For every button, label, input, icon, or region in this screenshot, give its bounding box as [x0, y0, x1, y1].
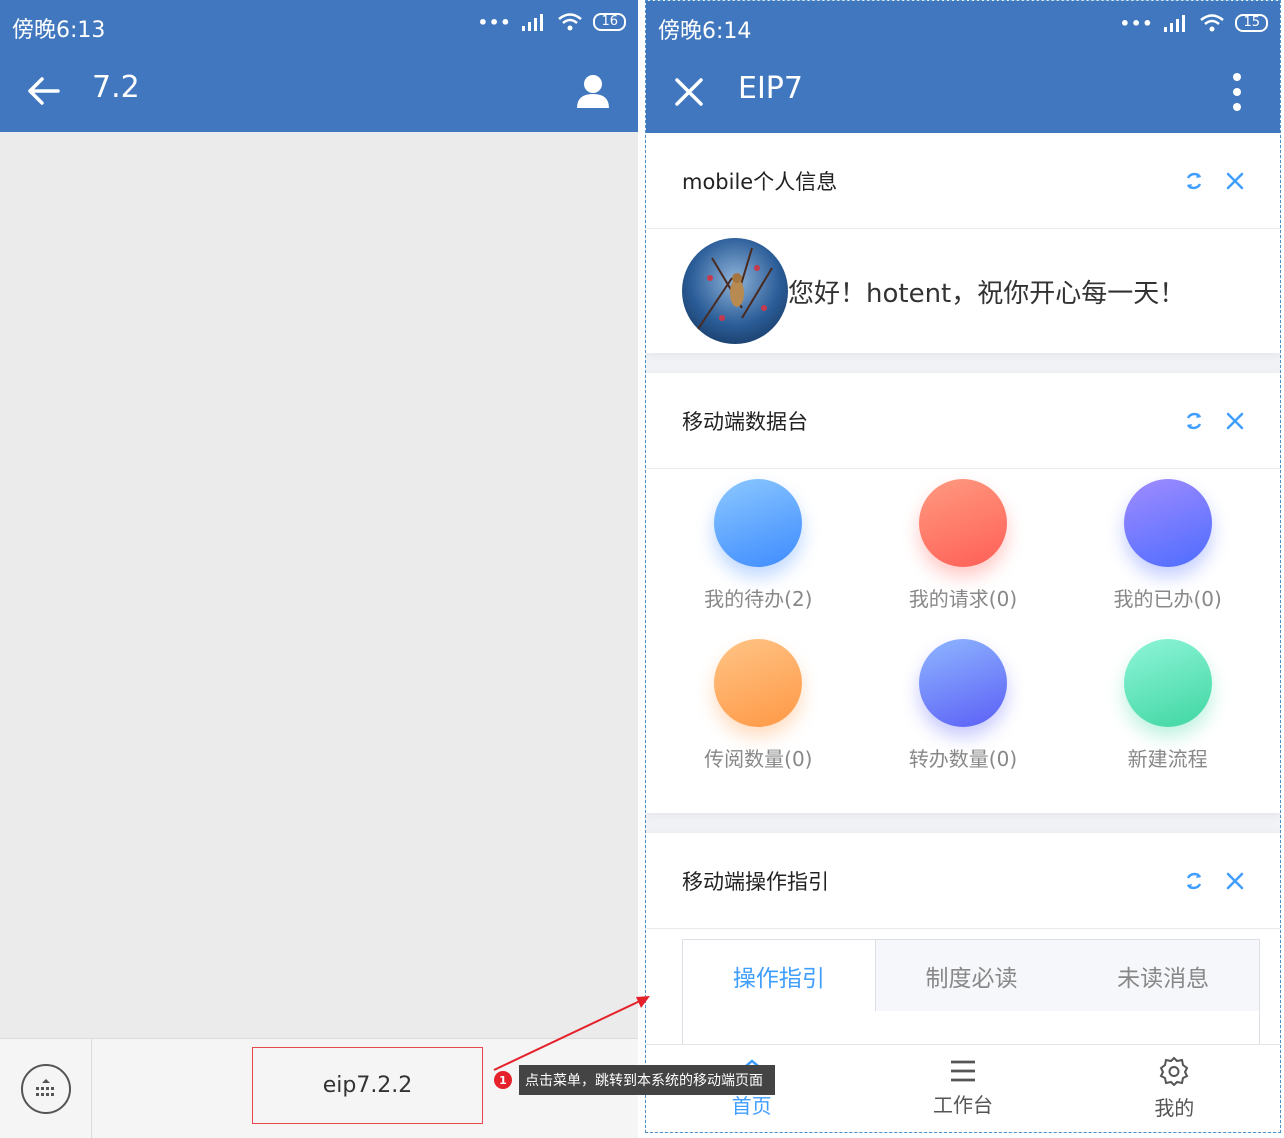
- more-vertical-icon[interactable]: [1214, 69, 1260, 115]
- request-ball: [918, 479, 1007, 567]
- data-item-label: 转办数量(0): [908, 747, 1018, 771]
- card-header: 移动端数据台: [646, 373, 1280, 469]
- done-ball: [1123, 479, 1212, 567]
- comparison-screenshot: 傍晚6:13 ••• 16 7.2 eip7.2.2 傍晚6:14 ••• 15…: [0, 0, 1284, 1138]
- data-item-label: 我的已办(0): [1113, 587, 1222, 611]
- battery-icon: 16: [593, 13, 626, 31]
- circulate-ball: [714, 639, 803, 727]
- card-header: mobile个人信息: [646, 133, 1280, 229]
- back-arrow-icon[interactable]: [20, 68, 66, 114]
- refresh-icon[interactable]: [1184, 871, 1204, 891]
- card-header: 移动端操作指引: [646, 833, 1280, 929]
- card-guide: 移动端操作指引 操作指引 制度必读 未读消息: [646, 833, 1280, 1044]
- card-tools: [1184, 871, 1244, 891]
- data-item-label: 传阅数量(0): [704, 747, 813, 771]
- refresh-icon[interactable]: [1184, 171, 1204, 191]
- data-item-todo[interactable]: 我的待办(2): [656, 477, 861, 637]
- signal-icon: [1164, 15, 1186, 32]
- new-process-ball: [1123, 639, 1212, 727]
- status-icons: ••• 16: [478, 12, 626, 32]
- data-item-transfer[interactable]: 转办数量(0): [861, 637, 1066, 797]
- right-phone: 傍晚6:14 ••• 15 EIP7 mobile个人信息 您好！hotent，…: [645, 0, 1281, 1133]
- data-item-new-process[interactable]: 新建流程: [1065, 637, 1270, 797]
- annotation-badge: 1: [494, 1071, 512, 1089]
- data-item-label: 新建流程: [1127, 747, 1208, 771]
- close-icon[interactable]: [1226, 172, 1244, 190]
- guide-tabs: 操作指引 制度必读 未读消息: [682, 939, 1260, 1011]
- close-icon[interactable]: [1226, 412, 1244, 430]
- keyboard-icon: [20, 1064, 71, 1114]
- data-grid: 我的待办(2) 我的请求(0) 我的已办(0) 传阅数量(0) 转办数量(0) …: [646, 469, 1280, 813]
- card-title: 移动端数据台: [682, 409, 808, 434]
- close-icon[interactable]: [1226, 872, 1244, 890]
- more-dots-icon: •••: [1119, 13, 1154, 33]
- greeting-text: 您好！hotent，祝你开心每一天！: [788, 278, 1186, 309]
- keyboard-toggle-button[interactable]: [0, 1039, 92, 1138]
- tab-unread[interactable]: 未读消息: [1067, 940, 1259, 1011]
- card-title: mobile个人信息: [682, 169, 838, 194]
- card-profile: mobile个人信息 您好！hotent，祝你开心每一天！: [646, 133, 1280, 353]
- data-item-label: 我的待办(2): [704, 587, 813, 611]
- tab-rules[interactable]: 制度必读: [876, 940, 1068, 1011]
- avatar[interactable]: [682, 238, 788, 344]
- status-bar: 傍晚6:13 ••• 16: [0, 0, 638, 50]
- card-data-panel: 移动端数据台 我的待办(2) 我的请求(0) 我的已办(0) 传阅数量(0) 转…: [646, 373, 1280, 813]
- status-time: 傍晚6:14: [658, 19, 752, 44]
- close-icon[interactable]: [666, 69, 712, 115]
- gear-icon: [1159, 1056, 1189, 1086]
- wifi-icon: [1200, 14, 1225, 32]
- battery-icon: 15: [1235, 14, 1268, 32]
- nav-label: 工作台: [932, 1093, 993, 1117]
- status-bar: 傍晚6:14 ••• 15: [646, 1, 1280, 51]
- portal-content: mobile个人信息 您好！hotent，祝你开心每一天！ 移动端数据台 我的待…: [646, 133, 1280, 1044]
- card-tools: [1184, 171, 1244, 191]
- tab-panel: [682, 1011, 1260, 1044]
- data-item-label: 我的请求(0): [908, 587, 1018, 611]
- more-dots-icon: •••: [477, 12, 512, 32]
- todo-ball: [714, 479, 803, 567]
- data-item-done[interactable]: 我的已办(0): [1065, 477, 1270, 637]
- wifi-icon: [558, 13, 583, 31]
- profile-row: 您好！hotent，祝你开心每一天！: [646, 229, 1280, 353]
- card-tools: [1184, 411, 1244, 431]
- nav-workbench[interactable]: 工作台: [857, 1045, 1068, 1132]
- menu-icon: [950, 1060, 975, 1082]
- nav-label: 我的: [1154, 1096, 1195, 1120]
- menu-item-eip[interactable]: eip7.2.2: [252, 1047, 483, 1124]
- transfer-ball: [918, 639, 1007, 727]
- signal-icon: [522, 14, 544, 31]
- page-title: 7.2: [92, 70, 140, 105]
- status-time: 傍晚6:13: [12, 18, 106, 43]
- nav-mine[interactable]: 我的: [1069, 1045, 1280, 1132]
- left-phone: 傍晚6:13 ••• 16 7.2 eip7.2.2: [0, 0, 638, 1138]
- status-icons: ••• 15: [1120, 13, 1268, 33]
- data-item-circulate[interactable]: 传阅数量(0): [656, 637, 861, 797]
- tab-guide[interactable]: 操作指引: [683, 940, 876, 1011]
- annotation-tooltip: 点击菜单，跳转到本系统的移动端页面: [519, 1065, 775, 1095]
- data-item-request[interactable]: 我的请求(0): [861, 477, 1066, 637]
- refresh-icon[interactable]: [1184, 411, 1204, 431]
- tabs-wrapper: 操作指引 制度必读 未读消息: [646, 929, 1280, 1044]
- app-bar: EIP7: [646, 51, 1280, 133]
- page-title: EIP7: [738, 71, 803, 106]
- app-bar: 7.2: [0, 50, 638, 132]
- card-title: 移动端操作指引: [682, 869, 829, 894]
- user-icon[interactable]: [570, 68, 616, 114]
